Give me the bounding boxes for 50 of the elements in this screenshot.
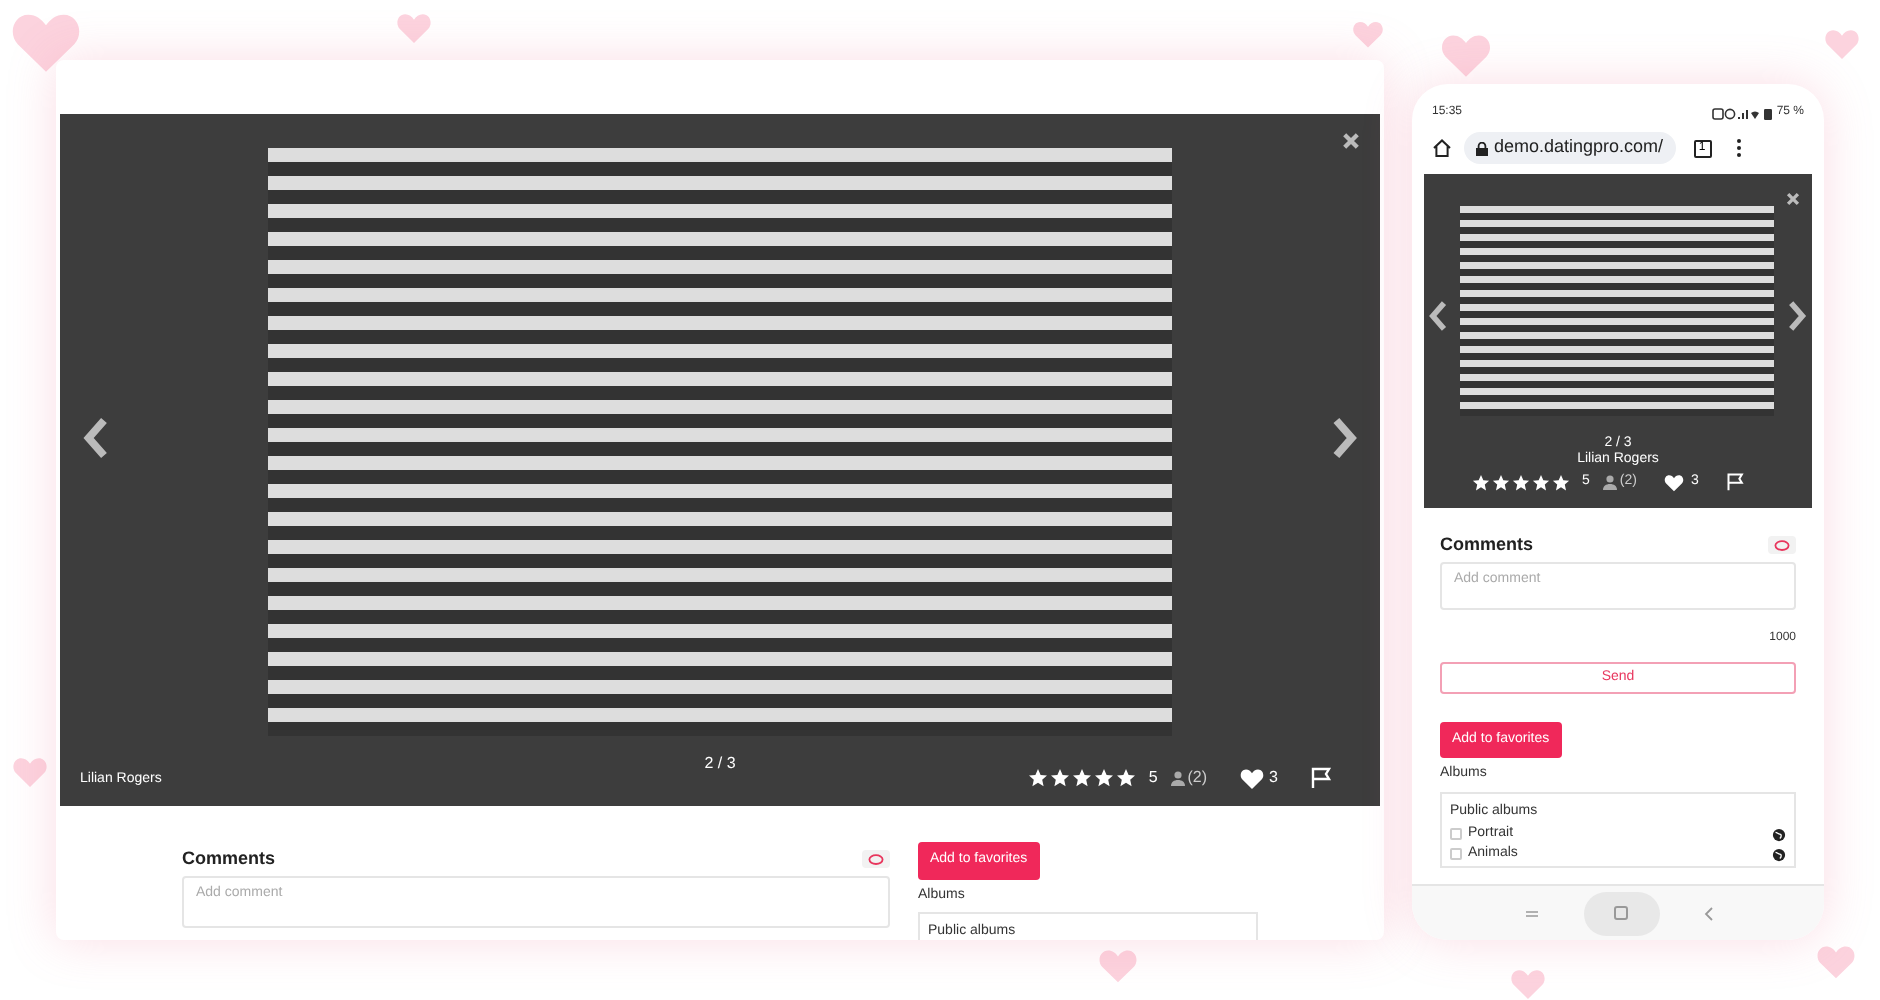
heart-icon (1440, 32, 1492, 79)
star-icon (1094, 768, 1115, 788)
back-icon[interactable] (1703, 905, 1713, 921)
heart-icon (1098, 948, 1138, 984)
star-icon (1472, 473, 1490, 492)
comment-button[interactable] (862, 850, 890, 869)
star-icon (1116, 768, 1137, 788)
star-icon (1072, 768, 1093, 788)
star-icon (1028, 768, 1049, 788)
heart-icon (396, 12, 432, 45)
heart-icon (10, 10, 82, 75)
checkbox[interactable] (1450, 828, 1462, 840)
lock-icon (1476, 141, 1488, 155)
heart-icon[interactable] (1664, 473, 1685, 492)
home-icon[interactable] (1432, 138, 1452, 158)
heart-icon (1824, 28, 1860, 61)
heart-icon[interactable] (1239, 767, 1264, 789)
globe-icon (1772, 827, 1786, 841)
photo-counter: 2 / 3 (704, 754, 736, 772)
comments-heading: Comments (1440, 532, 1534, 558)
comment-button[interactable] (1768, 536, 1796, 555)
more-menu-icon[interactable] (1735, 138, 1742, 158)
heart-icon (1510, 968, 1546, 1000)
heart-icon (12, 756, 48, 789)
comment-icon (868, 853, 884, 866)
vote-count: (2) (1187, 766, 1208, 790)
heart-icon (1352, 20, 1384, 49)
comments-heading: Comments (182, 846, 276, 872)
star-icon (1050, 768, 1071, 788)
flag-icon[interactable] (1310, 766, 1334, 790)
user-icon (1169, 770, 1186, 786)
comment-icon (1774, 539, 1790, 552)
star-icon (1532, 473, 1550, 492)
star-icon (1552, 473, 1570, 492)
flag-icon[interactable] (1726, 472, 1747, 493)
heart-icon (1816, 944, 1856, 980)
globe-icon (1772, 847, 1786, 861)
battery-icon (1764, 107, 1773, 119)
user-icon (1601, 474, 1618, 491)
home-button[interactable] (1583, 891, 1659, 935)
star-icon (1512, 473, 1530, 492)
like-count: 3 (1269, 766, 1278, 790)
address-bar[interactable]: demo.datingpro.com/ (1464, 132, 1676, 164)
checkbox[interactable] (1450, 848, 1462, 860)
close-icon[interactable] (1786, 192, 1800, 206)
rating-value: 5 (1148, 766, 1158, 790)
url-text: demo.datingpro.com/ (1494, 134, 1664, 161)
close-icon[interactable] (1342, 132, 1360, 150)
square-icon (1614, 906, 1628, 920)
star-icon (1492, 473, 1510, 492)
